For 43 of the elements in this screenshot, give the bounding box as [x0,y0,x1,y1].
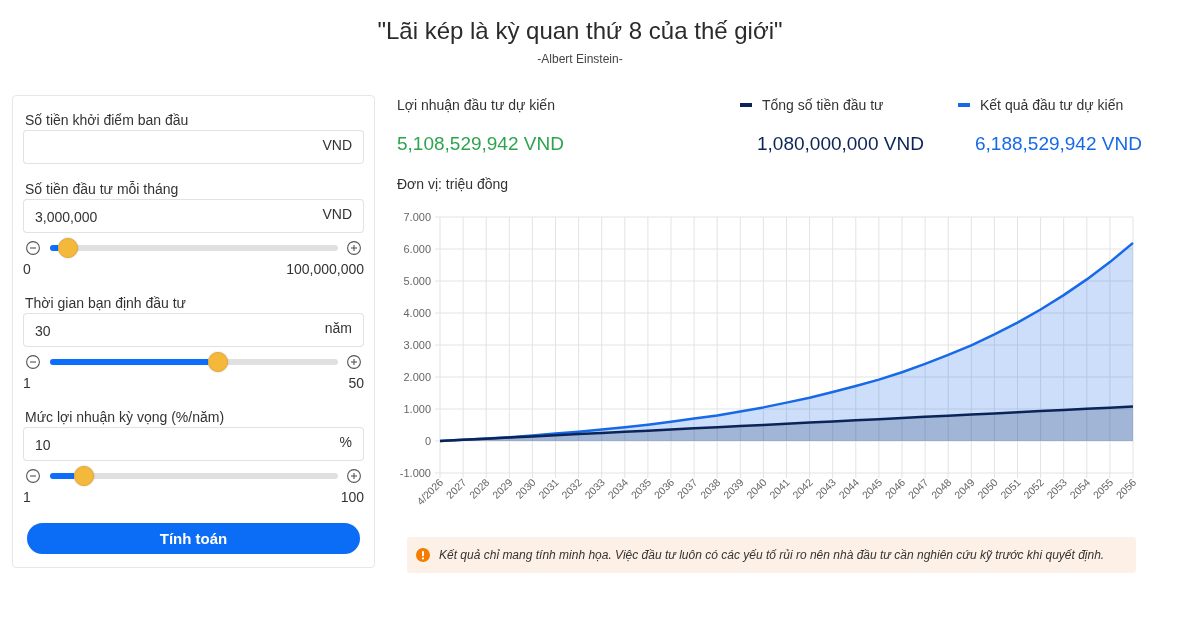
range-max-label: 100,000,000 [286,260,364,278]
range-min-label: 1 [23,374,31,392]
range-max-label: 50 [348,374,364,392]
quote-title: "Lãi kép là kỳ quan thứ 8 của thế giới" [377,16,783,46]
field-label: Thời gian bạn định đầu tư [24,294,186,313]
field-label: Số tiền đầu tư mỗi tháng [24,180,179,199]
slider-track[interactable] [50,238,338,258]
slider-thumb[interactable] [58,238,79,258]
y-axis-label: 5.000 [403,275,431,287]
field-label: Mức lợi nhuận kỳ vọng (%/năm) [24,408,225,427]
quote-author: -Albert Einstein- [537,51,623,67]
metric-label: Lợi nhuận đầu tư dự kiến [397,96,555,115]
y-axis-label: 2.000 [403,371,431,383]
y-axis-label: 6.000 [403,243,431,255]
y-axis-label: 1.000 [403,403,431,415]
y-axis-label: 0 [424,435,431,447]
unit-caption: Đơn vị: triệu đồng [397,175,509,194]
calculate-button[interactable]: Tính toán [27,523,360,554]
metric-value: 6,188,529,942 VND [975,132,1142,156]
plus-circle-icon[interactable] [347,355,361,369]
y-axis-label: 4.000 [403,307,431,319]
slider-thumb[interactable] [74,466,95,486]
range-max-label: 100 [340,488,364,506]
disclaimer-text: Kết quả chỉ mang tính minh họa. Việc đầu tư luôn có các yếu tố rủi ro nên nhà đầu tư cần nghiên cứu kỹ trước khi quyết định. [439,547,1105,563]
legend-label: Tổng số tiền đầu tư [762,96,884,115]
y-axis-label: -1.000 [399,467,431,479]
minus-circle-icon[interactable] [26,355,40,369]
alert-icon [416,548,430,562]
minus-circle-icon[interactable] [26,241,40,255]
range-min-label: 1 [23,488,31,506]
metric-value: 5,108,529,942 VND [397,132,564,156]
y-axis-label: 7.000 [403,211,431,223]
plus-circle-icon[interactable] [347,469,361,483]
slider-thumb[interactable] [208,352,229,372]
slider-track[interactable] [50,352,338,372]
y-axis-label: 3.000 [403,339,431,351]
slider-track[interactable] [50,466,338,486]
field-label: Số tiền khởi điểm ban đầu [24,111,189,130]
range-min-label: 0 [23,260,31,278]
metric-value: 1,080,000,000 VND [757,132,924,156]
minus-circle-icon[interactable] [26,469,40,483]
legend-label: Kết quả đầu tư dự kiến [980,96,1124,115]
plus-circle-icon[interactable] [347,241,361,255]
